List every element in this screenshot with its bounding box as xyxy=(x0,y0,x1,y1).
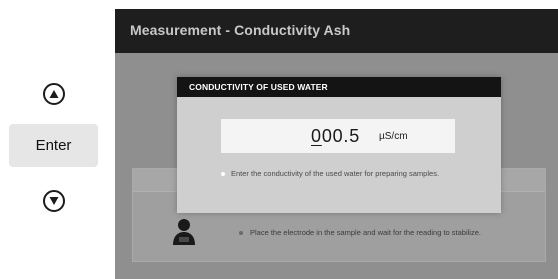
conductivity-dialog: CONDUCTIVITY OF USED WATER 000.5 µS/cm E… xyxy=(177,77,501,213)
bullet-dot xyxy=(221,172,225,177)
conductivity-value-field[interactable]: 000.5 µS/cm xyxy=(221,119,455,153)
background-hint: Place the electrode in the sample and wa… xyxy=(239,228,481,237)
background-hint-text: Place the electrode in the sample and wa… xyxy=(250,228,481,237)
value-rest: 00.5 xyxy=(321,126,361,146)
device-screen: Measurement - Conductivity Ash Place the… xyxy=(115,9,558,279)
screen-title: Measurement - Conductivity Ash xyxy=(130,22,351,38)
triangle-down-icon xyxy=(49,197,59,205)
title-bar: Measurement - Conductivity Ash xyxy=(115,9,558,53)
bullet-dot xyxy=(239,231,243,236)
dialog-help-text: Enter the conductivity of the used water… xyxy=(231,169,440,178)
dialog-help: Enter the conductivity of the used water… xyxy=(221,169,439,178)
dialog-title: CONDUCTIVITY OF USED WATER xyxy=(189,82,328,92)
enter-button[interactable]: Enter xyxy=(9,124,98,167)
down-button[interactable] xyxy=(43,190,65,212)
electrode-operator-icon xyxy=(173,219,195,245)
triangle-up-icon xyxy=(49,90,59,98)
dialog-header: CONDUCTIVITY OF USED WATER xyxy=(177,77,501,97)
up-button[interactable] xyxy=(43,83,65,105)
value-cursor-digit: 0 xyxy=(311,126,322,146)
conductivity-value: 000.5 xyxy=(311,126,360,147)
value-unit: µS/cm xyxy=(379,131,408,142)
enter-button-label: Enter xyxy=(35,137,72,154)
